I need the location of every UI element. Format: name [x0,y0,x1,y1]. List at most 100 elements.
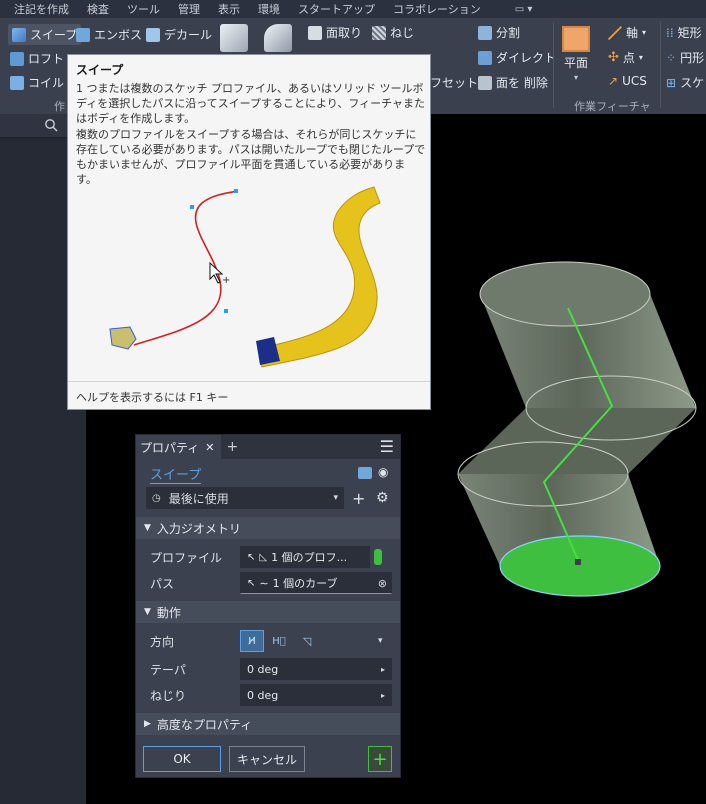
section-input-geometry[interactable]: ▼ 入力ジオメトリ [136,517,400,539]
section-behavior[interactable]: ▼ 動作 [136,601,400,623]
ribbon-toggle-icon[interactable]: ▭ ▾ [515,4,533,15]
loft-button[interactable]: ロフト [10,50,64,67]
menu-collaborate[interactable]: コラボレーション [393,1,489,17]
loft-icon [10,51,24,66]
add-tab-icon[interactable]: + [227,439,239,455]
taper-input[interactable]: 0 deg [240,658,374,680]
plane-dropdown-icon: ▾ [573,73,578,82]
emboss-button[interactable]: エンボス [76,26,142,43]
direction-guide-button[interactable]: ◹ [296,630,318,652]
menu-tools[interactable]: ツール [127,1,168,17]
ucs-button[interactable]: ↗ UCS [608,74,647,88]
apply-plus-button[interactable]: + [368,746,392,772]
twist-label: ねじり [150,688,187,703]
box-button[interactable] [220,24,248,52]
direction-row: 方向 H̸ H⃥ ◹ ▾ [136,629,400,653]
coil-button[interactable]: コイル [10,74,64,91]
tooltip-illustration: + [109,186,381,368]
selected-profile-face[interactable] [499,535,661,597]
chamfer-button[interactable]: 面取り [308,24,362,41]
twist-value: 0 deg [247,688,279,702]
work-features-panel-label: 作業フィーチャ [574,100,651,113]
profile-selector[interactable]: ↖ ◺ 1 個のプロフ... [240,546,370,568]
offset-button[interactable]: フセット [430,74,478,91]
revolve-icon [264,24,292,52]
sweep-button[interactable]: スイープ [8,24,82,45]
direction-path-button[interactable]: H̸ [240,630,264,652]
point-button[interactable]: ✣ 点 ▾ [608,49,643,66]
coil-icon [10,75,24,90]
close-icon[interactable]: ✕ [205,441,214,454]
axis-button[interactable]: 軸 ▾ [608,24,646,41]
tooltip-title: スイープ [76,63,124,77]
direction-parallel-button[interactable]: H⃥ [268,630,290,652]
search-icon[interactable] [44,118,58,132]
delete-face-button[interactable]: 面を 削除 [478,74,548,91]
path-row: パス ↖ ∼ 1 個のカーブ ⊗ [136,571,400,595]
decal-button[interactable]: デカール [146,26,212,43]
rect-pattern-button[interactable]: ⁞⁞ 矩形 [666,24,702,41]
section-advanced[interactable]: ▶ 高度なプロパティ [136,713,400,735]
menu-view[interactable]: 表示 [218,1,248,17]
preset-row: ◷ 最後に使用 ▾ + ⚙ [136,487,400,509]
circular-pattern-label: 円形 [680,51,705,65]
add-preset-icon[interactable]: + [352,489,365,508]
chamfer-icon [308,25,322,40]
ok-button[interactable]: OK [143,746,221,772]
plane-button[interactable]: 平面 ▾ [562,26,590,82]
section-behavior-label: 動作 [156,605,181,620]
direct-label: ダイレクト [496,51,557,65]
delete-face-label: 面を 削除 [496,76,548,90]
offset-label: フセット [430,76,479,90]
tab-properties[interactable]: プロパティ ✕ [136,435,221,459]
menu-manage[interactable]: 管理 [178,1,208,17]
loft-label: ロフト [28,52,65,66]
gear-icon[interactable]: ⚙ [376,490,389,506]
circular-pattern-icon: ⁘ [666,50,677,65]
twist-input[interactable]: 0 deg [240,684,374,706]
menu-icon[interactable]: ☰ [380,437,394,456]
direct-icon [478,50,492,65]
direct-button[interactable]: ダイレクト [478,49,556,66]
sketch-pattern-button[interactable]: ⊞ スケ [666,74,704,91]
taper-row: テーパ 0 deg ▸ [136,657,400,681]
menu-bar: 注記を作成 検査 ツール 管理 表示 環境 スタートアップ コラボレーション ▭… [0,0,706,18]
section-advanced-label: 高度なプロパティ [156,717,253,732]
revolve-button[interactable] [264,24,292,52]
expand-icon: ▶ [144,719,151,729]
thread-icon [372,25,386,40]
select-arrow-icon: ↖ [247,577,256,589]
sketch-pattern-label: スケ [680,76,705,90]
section-input-label: 入力ジオメトリ [156,521,241,536]
circular-pattern-button[interactable]: ⁘ 円形 [666,49,704,66]
menu-environments[interactable]: 環境 [258,1,288,17]
clock-icon: ◷ [152,492,161,504]
profile-shape-icon: ◺ [259,551,268,563]
axis-dropdown-icon: ▾ [642,28,647,37]
viewport-sweep-model[interactable] [440,260,706,600]
sweep-icon [12,27,26,42]
collapse-icon: ▼ [144,607,151,617]
thread-label: ねじ [390,26,415,40]
cancel-button[interactable]: キャンセル [229,746,305,772]
plane-label: 平面 [563,56,588,70]
eye-icon[interactable]: ◉ [378,465,388,479]
solid-select-icon[interactable] [374,549,382,565]
menu-inspect[interactable]: 検査 [87,1,117,17]
feature-name[interactable]: スイープ [150,464,202,484]
menu-annotate[interactable]: 注記を作成 [14,1,77,17]
ucs-icon: ↗ [608,74,619,88]
chevron-down-icon: ▾ [333,493,338,503]
profile-sketch [109,326,137,350]
twist-arrow-icon[interactable]: ▸ [374,684,392,706]
sweep-label: スイープ [30,28,78,42]
menu-getstarted[interactable]: スタートアップ [298,1,383,17]
taper-arrow-icon[interactable]: ▸ [374,658,392,680]
preset-dropdown[interactable]: ◷ 最後に使用 ▾ [146,487,344,509]
path-selector[interactable]: ↖ ∼ 1 個のカーブ ⊗ [240,572,392,594]
direction-dropdown-icon[interactable]: ▾ [378,636,383,646]
split-button[interactable]: 分割 [478,24,520,41]
thread-button[interactable]: ねじ [372,24,414,41]
clear-icon[interactable]: ⊗ [378,577,387,590]
decal-icon [146,27,160,42]
